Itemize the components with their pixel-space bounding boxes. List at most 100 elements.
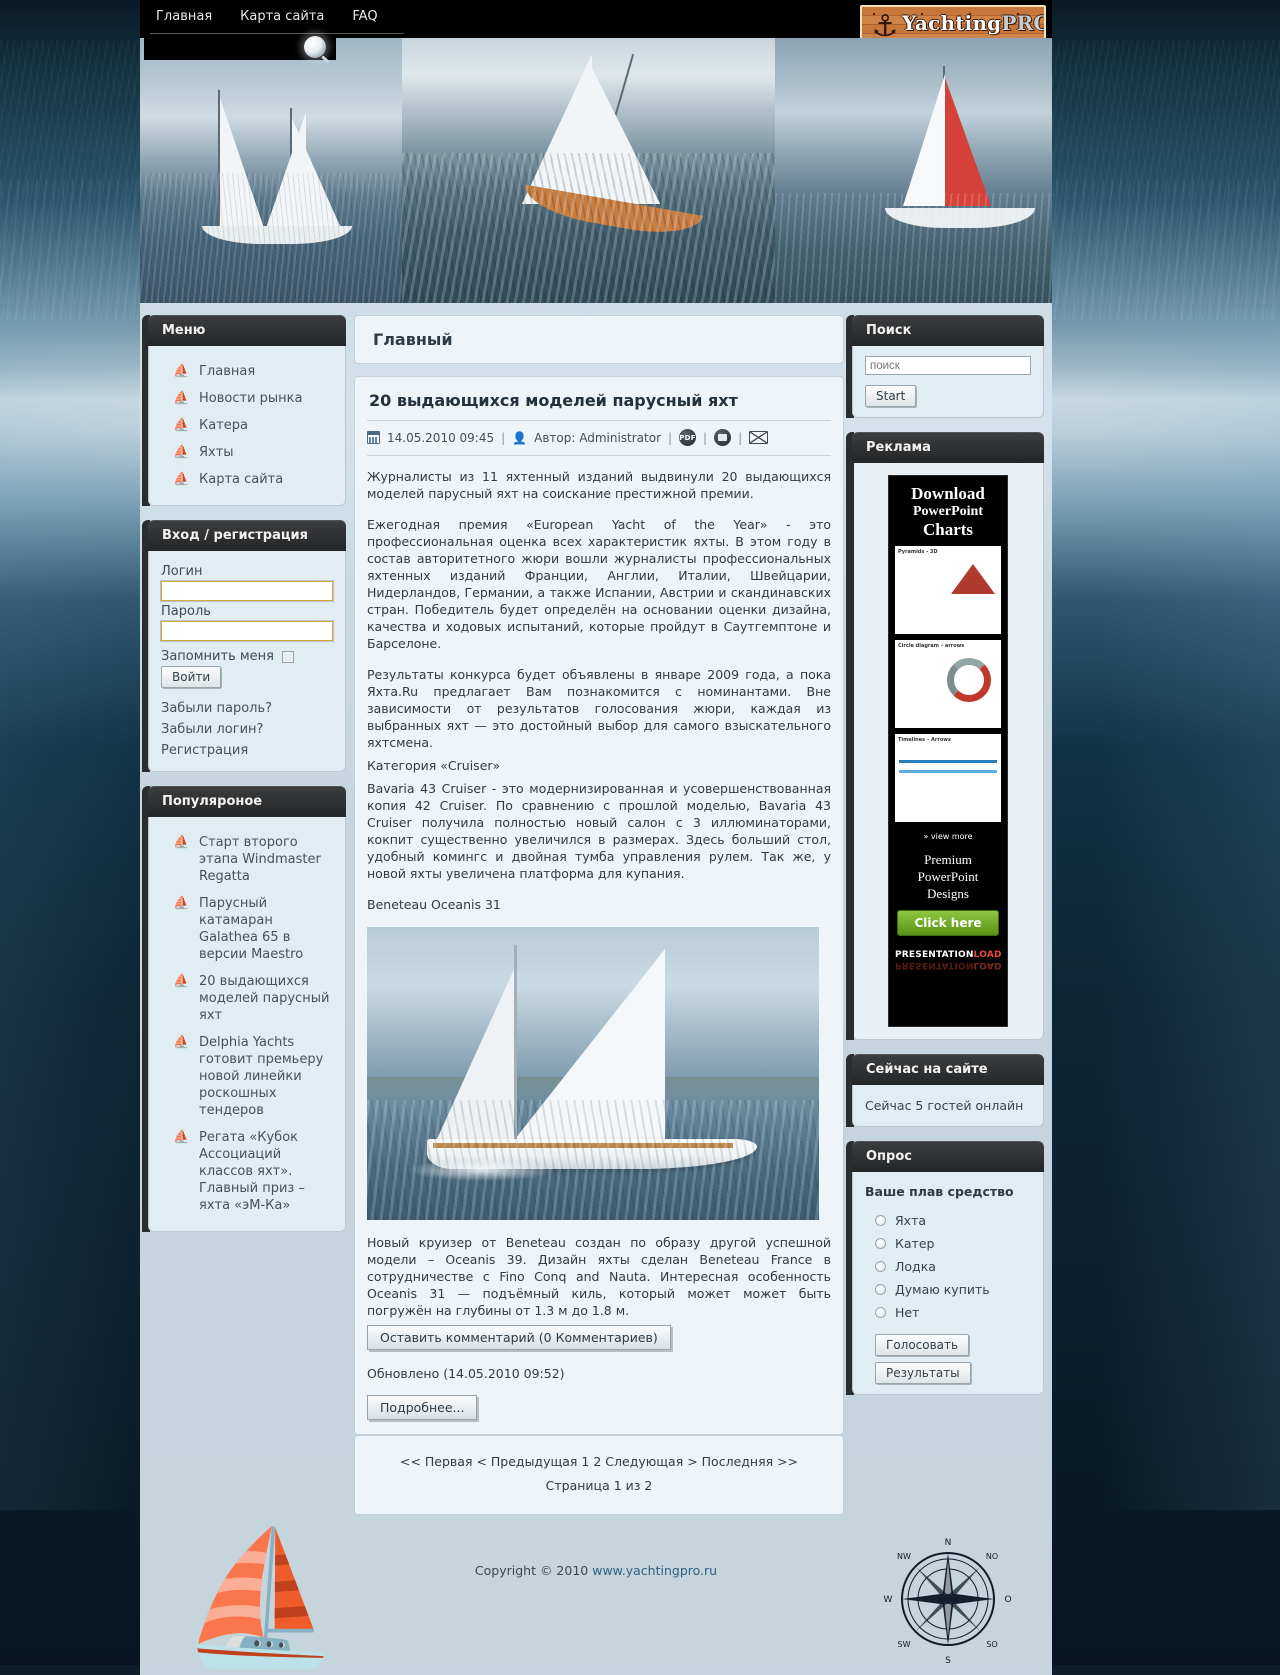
photo-bow-spray	[407, 1159, 557, 1181]
sailboat-icon: ⛵	[173, 835, 190, 850]
module-popular: Популяроное ⛵ Старт второго этапа Windma…	[142, 786, 346, 1232]
read-more-button[interactable]: Подробнее...	[367, 1395, 478, 1420]
article-paragraph: Ежегодная премия «European Yacht of the …	[367, 517, 831, 651]
list-item[interactable]: ⛵ Регата «Кубок Ассоциаций классов яхт».…	[161, 1124, 333, 1219]
circle-diagram-icon	[947, 658, 991, 702]
radio-icon[interactable]	[875, 1215, 886, 1226]
radio-icon[interactable]	[875, 1261, 886, 1272]
list-item[interactable]: Регистрация	[161, 740, 333, 761]
poll-vote-button[interactable]: Голосовать	[875, 1334, 970, 1356]
page-first-link[interactable]: << Первая	[400, 1454, 473, 1469]
module-popular-body: ⛵ Старт второго этапа Windmaster Regatta…	[148, 817, 346, 1232]
module-online-body: Сейчас 5 гостей онлайн	[852, 1085, 1044, 1127]
popular-list: ⛵ Старт второго этапа Windmaster Regatta…	[161, 827, 333, 1221]
page-2-link[interactable]: 2	[593, 1454, 601, 1469]
password-input[interactable]	[160, 620, 334, 642]
list-item[interactable]: ⛵ Старт второго этапа Windmaster Regatta	[161, 829, 333, 890]
page-prev-link[interactable]: < Предыдущая	[476, 1454, 577, 1469]
poll-results-button[interactable]: Результаты	[875, 1362, 971, 1384]
radio-icon[interactable]	[875, 1307, 886, 1318]
meta-separator: |	[668, 430, 673, 445]
svg-text:O: O	[1004, 1595, 1011, 1605]
sidebar-item-karta-sayta[interactable]: ⛵ Карта сайта	[161, 466, 333, 493]
sidebar-item-glavnaya[interactable]: ⛵ Главная	[161, 358, 333, 385]
ad-premium-line3: Designs	[927, 886, 969, 901]
login-input[interactable]	[160, 580, 334, 602]
poll-buttons: Голосовать Результаты	[865, 1334, 1031, 1384]
popular-item-label[interactable]: Регата «Кубок Ассоциаций классов яхт». Г…	[199, 1129, 333, 1214]
login-submit-button[interactable]: Войти	[161, 666, 222, 688]
sidebar-item-novosti[interactable]: ⛵ Новости рынка	[161, 385, 333, 412]
ad-viewmore-link[interactable]: » view more	[889, 828, 1007, 847]
list-item[interactable]: Забыли пароль?	[161, 698, 333, 719]
register-link[interactable]: Регистрация	[161, 743, 248, 758]
module-advertising: Реклама Download PowerPoint Charts Pyram…	[846, 432, 1044, 1040]
ad-thumb-title: Timelines – Arrows	[898, 737, 951, 743]
svg-text:W: W	[884, 1595, 893, 1605]
sidebar-item-yahty[interactable]: ⛵ Яхты	[161, 439, 333, 466]
sidebar-item-label[interactable]: Катера	[199, 417, 248, 434]
article-subheading: Beneteau Oceanis 31	[367, 897, 501, 912]
print-icon[interactable]	[714, 429, 732, 446]
timeline-bar2-icon	[899, 770, 997, 773]
poll-option-thinking[interactable]: Думаю купить	[865, 1278, 1031, 1301]
ad-banner[interactable]: Download PowerPoint Charts Pyramids - 3D…	[888, 475, 1008, 1027]
list-item[interactable]: Забыли логин?	[161, 719, 333, 740]
sailboat-icon: ⛵	[173, 445, 190, 460]
sidebar-item-katera[interactable]: ⛵ Катера	[161, 412, 333, 439]
main-navigation: Главная Карта сайта FAQ	[150, 0, 404, 34]
search-icon[interactable]	[304, 36, 326, 58]
header-search-strip[interactable]	[144, 34, 336, 60]
poll-option-dinghy[interactable]: Лодка	[865, 1255, 1031, 1278]
module-search-body: Start	[852, 346, 1044, 418]
page-title-panel: Главный	[354, 315, 844, 364]
module-login: Вход / регистрация Логин Пароль Запомнит…	[142, 520, 346, 772]
sailboat-icon: ⛵	[173, 364, 190, 379]
logo-text: YachtingPRO.ru	[902, 11, 1044, 35]
poll-option-boat[interactable]: Катер	[865, 1232, 1031, 1255]
popular-item-label[interactable]: 20 выдающихся моделей парусный яхт	[199, 973, 333, 1024]
ad-thumb-pyramids: Pyramids - 3D	[895, 546, 1001, 634]
leave-comment-button[interactable]: Оставить комментарий (0 Комментариев)	[367, 1325, 671, 1350]
list-item[interactable]: ⛵ 20 выдающихся моделей парусный яхт	[161, 968, 333, 1029]
forgot-password-link[interactable]: Забыли пароль?	[161, 701, 272, 716]
remember-me-row[interactable]: Запомнить меня	[161, 649, 333, 664]
page-next-link[interactable]: Следующая >	[605, 1454, 697, 1469]
site-link[interactable]: www.yachtingpro.ru	[592, 1563, 717, 1578]
radio-icon[interactable]	[875, 1238, 886, 1249]
nav-item-home[interactable]: Главная	[150, 0, 226, 34]
search-input[interactable]	[865, 356, 1031, 375]
page-last-link[interactable]: Последняя >>	[702, 1454, 798, 1469]
header-bar: Главная Карта сайта FAQ ⚓ YachtingPRO.ru	[140, 0, 1052, 45]
popular-item-label[interactable]: Старт второго этапа Windmaster Regatta	[199, 834, 333, 885]
ad-thumb-title: Pyramids - 3D	[898, 549, 938, 555]
nav-item-sitemap[interactable]: Карта сайта	[226, 0, 338, 34]
sidebar-item-label[interactable]: Яхты	[199, 444, 234, 461]
poll-option-yacht[interactable]: Яхта	[865, 1209, 1031, 1232]
sailing-ship-icon: ⛵	[179, 1521, 341, 1673]
list-item[interactable]: ⛵ Парусный катамаран Galathea 65 в верси…	[161, 890, 333, 968]
page-1-link[interactable]: 1	[581, 1454, 589, 1469]
poll-option-label: Думаю купить	[895, 1282, 990, 1297]
forgot-login-link[interactable]: Забыли логин?	[161, 722, 263, 737]
logo-text-pro: PRO	[1001, 11, 1044, 35]
list-item[interactable]: ⛵ Delphia Yachts готовит премьеру новой …	[161, 1029, 333, 1124]
module-popular-title: Популяроное	[148, 786, 346, 817]
poll-option-none[interactable]: Нет	[865, 1301, 1031, 1324]
pdf-icon[interactable]: PDF	[679, 429, 697, 446]
sidebar-item-label[interactable]: Карта сайта	[199, 471, 283, 488]
popular-item-label[interactable]: Delphia Yachts готовит премьеру новой ли…	[199, 1034, 333, 1119]
nav-item-faq[interactable]: FAQ	[338, 0, 391, 34]
sailboat-icon: ⛵	[173, 472, 190, 487]
banner-photo-red-sails	[775, 38, 1052, 303]
module-login-body: Логин Пароль Запомнить меня Войти Забыли…	[148, 551, 346, 772]
email-icon[interactable]	[749, 431, 769, 444]
search-start-button[interactable]: Start	[865, 385, 917, 407]
sidebar-item-label[interactable]: Главная	[199, 363, 255, 380]
sidebar-item-label[interactable]: Новости рынка	[199, 390, 302, 407]
popular-item-label[interactable]: Парусный катамаран Galathea 65 в версии …	[199, 895, 333, 963]
radio-icon[interactable]	[875, 1284, 886, 1295]
sailboat-icon: ⛵	[173, 1130, 190, 1145]
ad-click-here-button[interactable]: Click here	[897, 910, 999, 936]
remember-me-checkbox[interactable]	[282, 650, 295, 663]
